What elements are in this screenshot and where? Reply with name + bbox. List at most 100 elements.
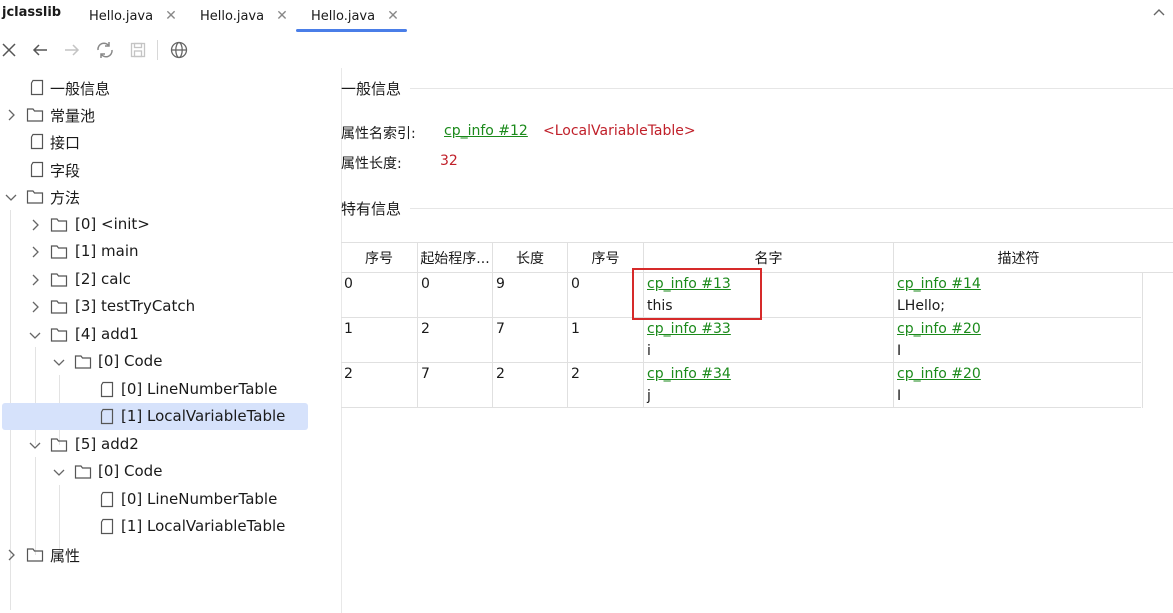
tree-item-attributes[interactable]: 属性: [0, 541, 320, 568]
column-header-start-pc[interactable]: 起始程序...: [417, 243, 492, 273]
cell-start-pc: 2: [417, 318, 492, 363]
file-icon: [30, 133, 44, 150]
cell-text: 1: [571, 321, 580, 337]
close-icon[interactable]: ✕: [165, 8, 177, 24]
name-value: j: [647, 388, 651, 404]
descriptor-link[interactable]: cp_info #20: [897, 321, 981, 337]
tree-item-add1-code[interactable]: [0] Code: [0, 348, 320, 375]
chevron-right-icon[interactable]: [5, 549, 17, 561]
cell-descriptor: cp_info #14 LHello;: [893, 273, 1143, 318]
file-icon: [100, 381, 114, 398]
tree-item-fields[interactable]: 字段: [0, 156, 320, 183]
cell-text: 7: [496, 321, 505, 337]
tab-hello-java-active[interactable]: Hello.java ✕: [296, 0, 407, 32]
tree-item-label: 方法: [50, 189, 81, 207]
class-tree: 一般信息 常量池 接口 字段 方法 [0] <init> [1] main [2…: [0, 73, 320, 613]
tree-item-label: [0] Code: [98, 462, 163, 480]
close-icon[interactable]: [0, 39, 20, 61]
tree-item-methods[interactable]: 方法: [0, 183, 320, 210]
column-header-descriptor[interactable]: 描述符: [893, 243, 1143, 273]
close-icon[interactable]: ✕: [276, 8, 288, 24]
column-header-index[interactable]: 序号: [341, 243, 417, 273]
tree-item-add2-line-number-table[interactable]: [0] LineNumberTable: [0, 486, 320, 513]
folder-icon: [50, 218, 68, 232]
cell-text: 0: [344, 276, 353, 292]
chevron-down-icon[interactable]: [5, 191, 17, 203]
chevron-up-icon[interactable]: [1153, 5, 1165, 19]
general-info-heading: 一般信息: [341, 80, 402, 98]
tree-item-label: [0] <init>: [75, 215, 150, 233]
tree-item-method-add2[interactable]: [5] add2: [0, 431, 320, 458]
cell-text: 0: [571, 276, 580, 292]
name-link[interactable]: cp_info #34: [647, 366, 731, 382]
cell-text: 2: [571, 366, 580, 382]
folder-icon: [50, 328, 68, 342]
cell-length: 9: [492, 273, 567, 318]
cell-text: 7: [421, 366, 430, 382]
file-icon: [30, 79, 44, 96]
tab-hello-java-1[interactable]: Hello.java ✕: [89, 0, 177, 32]
tree-item-add2-local-variable-table[interactable]: [1] LocalVariableTable: [0, 513, 320, 540]
descriptor-link[interactable]: cp_info #14: [897, 276, 981, 292]
close-icon[interactable]: ✕: [387, 8, 399, 24]
chevron-right-icon[interactable]: [29, 219, 41, 231]
tree-item-method-main[interactable]: [1] main: [0, 238, 320, 265]
forward-icon[interactable]: [61, 39, 83, 61]
file-icon: [100, 491, 114, 508]
descriptor-value: I: [897, 343, 902, 359]
cell-text: 1: [344, 321, 353, 337]
tab-bar: jclasslib Hello.java ✕ Hello.java ✕ Hell…: [0, 0, 1173, 32]
folder-icon: [50, 245, 68, 259]
tree-item-constant-pool[interactable]: 常量池: [0, 101, 320, 128]
column-header-length[interactable]: 长度: [492, 243, 567, 273]
toolbar-divider: [157, 40, 158, 60]
tree-item-label: [4] add1: [75, 325, 139, 343]
cell-start-pc: 7: [417, 363, 492, 408]
table-row[interactable]: 2 7 2 2 cp_info #34 j cp_info #20 I: [341, 363, 1143, 408]
tree-item-label: 字段: [50, 162, 81, 180]
tree-item-method-init[interactable]: [0] <init>: [0, 211, 320, 238]
tree-item-method-calc[interactable]: [2] calc: [0, 266, 320, 293]
chevron-down-icon[interactable]: [29, 329, 41, 341]
attr-name-index-link[interactable]: cp_info #12: [444, 123, 528, 139]
tree-item-general[interactable]: 一般信息: [0, 74, 320, 101]
tree-item-add1-local-variable-table[interactable]: [1] LocalVariableTable: [0, 403, 320, 430]
tree-item-label: 接口: [50, 134, 81, 152]
cell-name: cp_info #33 i: [643, 318, 893, 363]
tab-hello-java-2[interactable]: Hello.java ✕: [200, 0, 288, 32]
chevron-right-icon[interactable]: [5, 109, 17, 121]
tab-label: Hello.java: [89, 8, 154, 24]
back-icon[interactable]: [29, 39, 51, 61]
tree-item-label: [2] calc: [75, 270, 131, 288]
chevron-right-icon[interactable]: [29, 301, 41, 313]
section-divider: [410, 208, 1173, 209]
folder-icon: [74, 355, 92, 369]
web-icon[interactable]: [168, 39, 190, 61]
section-divider: [410, 88, 1173, 89]
cell-length: 2: [492, 363, 567, 408]
tree-item-method-test-try-catch[interactable]: [3] testTryCatch: [0, 293, 320, 320]
chevron-down-icon[interactable]: [29, 439, 41, 451]
toolbar: [0, 34, 1173, 66]
folder-icon: [74, 465, 92, 479]
reload-icon[interactable]: [94, 39, 116, 61]
cell-text: 0: [421, 276, 430, 292]
cell-descriptor: cp_info #20 I: [893, 363, 1143, 408]
descriptor-link[interactable]: cp_info #20: [897, 366, 981, 382]
chevron-right-icon[interactable]: [29, 246, 41, 258]
tree-item-method-add1[interactable]: [4] add1: [0, 321, 320, 348]
chevron-down-icon[interactable]: [53, 356, 65, 368]
chevron-down-icon[interactable]: [53, 466, 65, 478]
cell-index: 0: [341, 273, 417, 318]
tree-item-add2-code[interactable]: [0] Code: [0, 458, 320, 485]
name-link[interactable]: cp_info #33: [647, 321, 731, 337]
tree-item-interfaces[interactable]: 接口: [0, 128, 320, 155]
cell-text: 9: [496, 276, 505, 292]
tree-item-label: [3] testTryCatch: [75, 297, 196, 315]
table-row[interactable]: 1 2 7 1 cp_info #33 i cp_info #20 I: [341, 318, 1143, 363]
chevron-right-icon[interactable]: [29, 274, 41, 286]
save-icon[interactable]: [127, 39, 149, 61]
tree-item-add1-line-number-table[interactable]: [0] LineNumberTable: [0, 376, 320, 403]
descriptor-value: LHello;: [897, 298, 946, 314]
cell-slot: 1: [567, 318, 643, 363]
